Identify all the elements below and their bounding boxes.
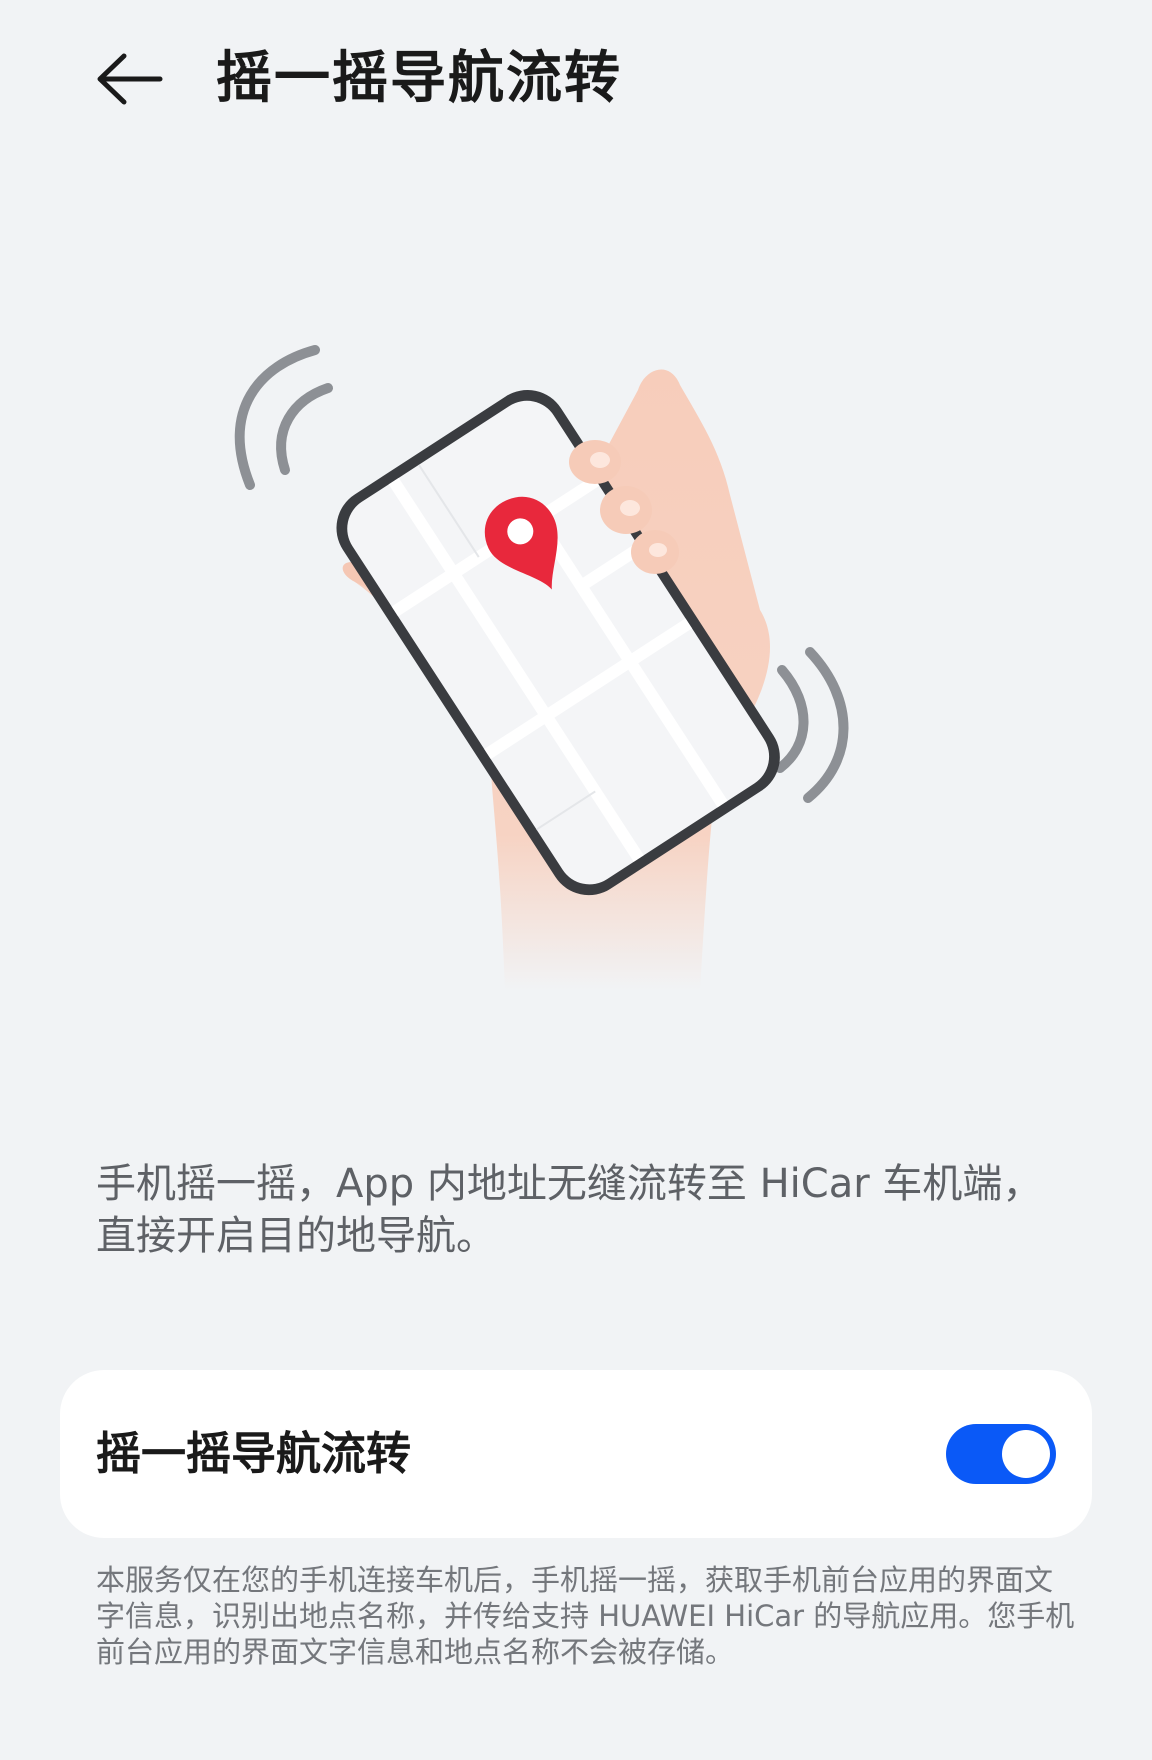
privacy-footnote: 本服务仅在您的手机连接车机后，手机摇一摇，获取手机前台应用的界面文字信息，识别出… [96,1563,1075,1669]
shake-waves-left [234,345,333,490]
header: 摇一摇导航流转 [0,0,1152,160]
page-title: 摇一摇导航流转 [216,46,622,111]
shake-illustration [234,345,849,990]
shake-waves-right [775,647,849,803]
arrow-left-icon [97,53,163,105]
back-button[interactable] [90,44,170,114]
hand-phone-illustration [200,290,900,1010]
toggle-knob [1002,1430,1050,1478]
shake-navigation-setting[interactable]: 摇一摇导航流转 [60,1370,1092,1538]
feature-description: 手机摇一摇，App 内地址无缝流转至 HiCar 车机端，直接开启目的地导航。 [96,1161,1043,1259]
shake-navigation-toggle[interactable] [946,1424,1056,1484]
setting-label: 摇一摇导航流转 [96,1427,412,1480]
